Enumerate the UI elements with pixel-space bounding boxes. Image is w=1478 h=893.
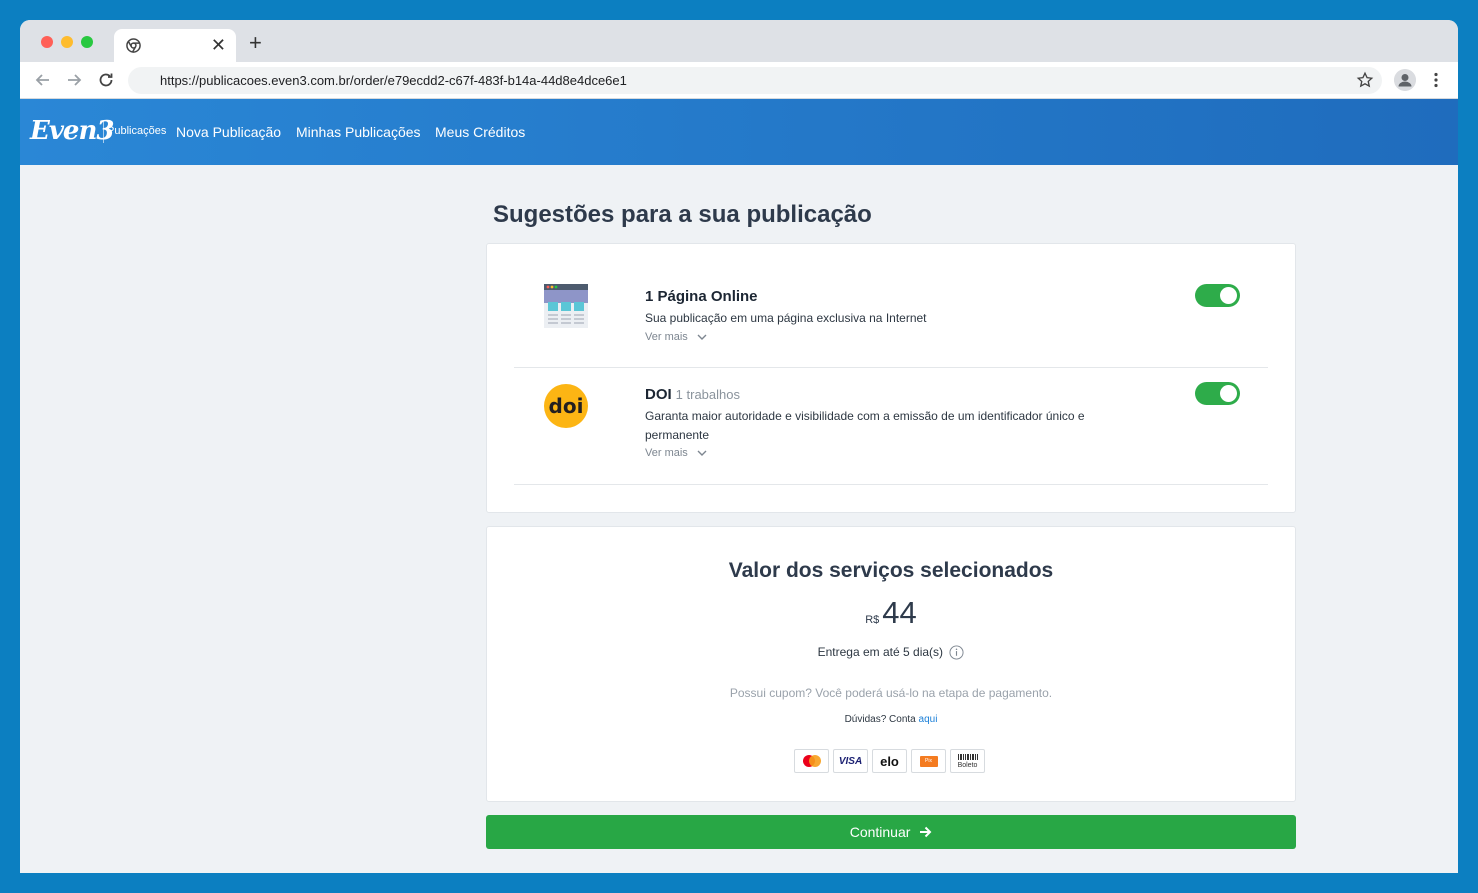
payment-methods: VISA elo Pix Boleto [794,749,985,775]
minimize-window-button[interactable] [61,36,73,48]
payment-pix: Pix [911,749,946,773]
app-header: Even3 Publicações Nova Publicação Minhas… [20,99,1458,165]
doi-icon-text: doi [549,394,584,418]
browser-tab[interactable]: ✕ [114,29,236,62]
nav-nova-publicacao[interactable]: Nova Publicação [176,124,281,140]
service-item-pagina-online: 1 Página Online Sua publicação em uma pá… [514,244,1268,368]
service-description: Sua publicação em uma página exclusiva n… [645,311,927,325]
kebab-menu-icon[interactable] [1427,71,1445,89]
webpage-icon [544,284,588,328]
currency-symbol: R$ [865,614,880,626]
service-toggle[interactable] [1195,382,1240,405]
tab-bar: ✕ + [20,20,1458,62]
toggle-knob [1220,287,1237,304]
new-tab-icon[interactable]: + [249,31,262,55]
doubts-link[interactable]: aqui [919,714,938,725]
service-toggle[interactable] [1195,284,1240,307]
price-amount: 44 [882,595,917,630]
service-subtitle: 1 trabalhos [675,387,740,402]
info-icon[interactable] [949,645,964,660]
price: R$44 [487,595,1295,631]
service-item-doi: doi DOI 1 trabalhos Garanta maior autorid… [514,368,1268,485]
chrome-icon [126,38,141,53]
doi-icon: doi [544,384,588,428]
nav-minhas-publicacoes[interactable]: Minhas Publicações [296,124,421,140]
even3-logo[interactable]: Even3 [30,116,114,146]
service-title: 1 Página Online [645,288,758,305]
chevron-down-icon [697,450,707,457]
summary-title: Valor dos serviços selecionados [728,559,1054,582]
profile-icon[interactable] [1394,69,1416,91]
url-text: https://publicacoes.even3.com.br/order/e… [160,73,627,88]
payment-mastercard [794,749,829,773]
payment-elo: elo [872,749,907,773]
ver-mais-link[interactable]: Ver mais [645,331,707,343]
coupon-note: Possui cupom? Você poderá usá-lo na etap… [729,686,1053,700]
services-card: 1 Página Online Sua publicação em uma pá… [486,243,1296,513]
summary-card: Valor dos serviços selecionados R$44 Ent… [486,526,1296,802]
arrow-right-icon [920,827,932,838]
barcode-icon [957,753,978,760]
close-tab-icon[interactable]: ✕ [211,35,226,55]
payment-boleto: Boleto [950,749,985,773]
service-title: DOI 1 trabalhos [645,386,740,403]
payment-visa: VISA [833,749,868,773]
nav-meus-creditos[interactable]: Meus Créditos [435,124,525,140]
delivery-info: Entrega em até 5 dia(s) [487,645,1295,660]
logo-divider [103,121,104,143]
forward-icon[interactable] [64,70,84,90]
reload-icon[interactable] [96,70,116,90]
maximize-window-button[interactable] [81,36,93,48]
address-bar[interactable]: https://publicacoes.even3.com.br/order/e… [128,67,1382,94]
close-window-button[interactable] [41,36,53,48]
mastercard-icon [802,755,821,767]
ver-mais-link[interactable]: Ver mais [645,447,707,459]
pix-icon: Pix [919,755,938,767]
chevron-down-icon [697,334,707,341]
logo-subtitle: Publicações [107,125,167,137]
service-description: Garanta maior autoridade e visibilidade … [645,409,1085,442]
toggle-knob [1220,385,1237,402]
browser-toolbar: https://publicacoes.even3.com.br/order/e… [20,62,1458,99]
doubts-text: Dúvidas? Conta aqui [844,714,938,725]
page-title: Sugestões para a sua publicação [493,201,872,228]
bookmark-star-icon[interactable] [1356,71,1374,89]
back-icon[interactable] [33,70,53,90]
continue-button[interactable]: Continuar [486,815,1296,849]
